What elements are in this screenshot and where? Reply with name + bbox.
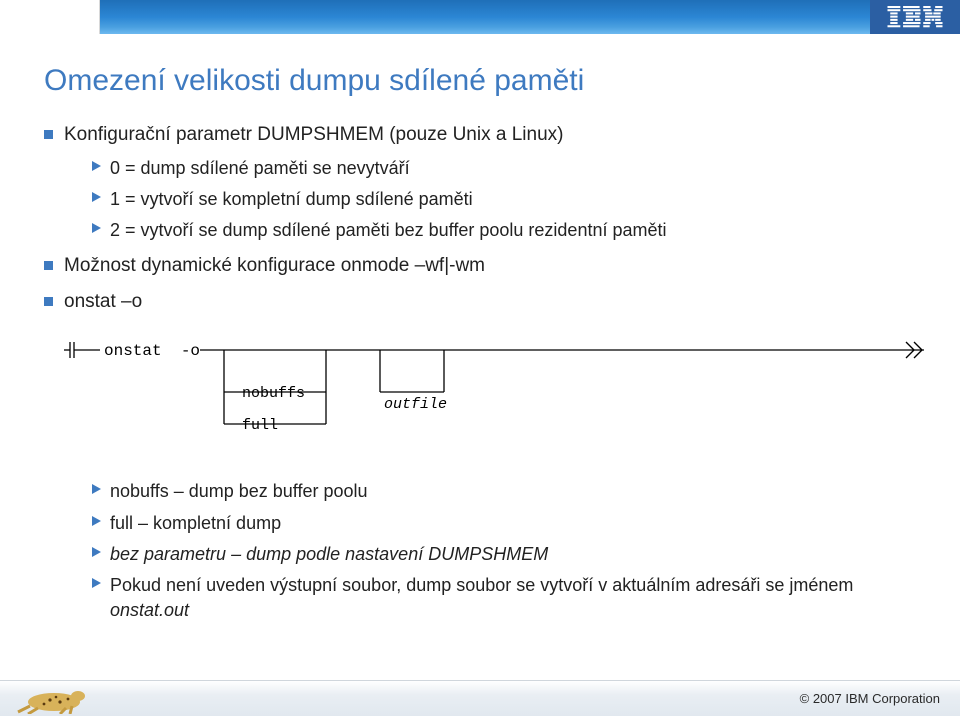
bullet-sub: full – kompletní dump [92, 511, 916, 536]
footer-copyright: © 2007 IBM Corporation [800, 691, 940, 706]
brand-logo-box [870, 0, 960, 34]
bullet-sub: Pokud není uveden výstupní soubor, dump … [92, 573, 916, 623]
bullet-sub: 0 = dump sdílené paměti se nevytváří [92, 156, 916, 181]
header-left-box [0, 0, 100, 34]
syntax-diagram-svg: onstat -o nobuffs full outfile [64, 332, 924, 452]
slide-header [0, 0, 960, 34]
bullet-text: Konfigurační parametr DUMPSHMEM (pouze U… [64, 124, 563, 145]
bullet-onstat: onstat –o [44, 289, 916, 315]
bullet-list-level2: 0 = dump sdílené paměti se nevytváří 1 =… [64, 156, 916, 244]
bullet-text: 1 = vytvoří se kompletní dump sdílené pa… [110, 189, 473, 209]
cheetah-icon [10, 686, 92, 714]
bullet-sub: nobuffs – dump bez buffer poolu [92, 479, 916, 504]
bullet-text: onstat –o [64, 291, 142, 312]
bullet-text: 2 = vytvoří se dump sdílené paměti bez b… [110, 220, 667, 240]
footer-graphic [10, 684, 100, 714]
bullet-text: – dump podle nastavení DUMPSHMEM [226, 544, 548, 564]
slide-body: Omezení velikosti dumpu sdílené paměti K… [0, 34, 960, 716]
bullet-text-em: bez parametru [110, 544, 226, 564]
diagram-opt-full: full [242, 417, 278, 434]
header-gradient-bar [100, 0, 870, 34]
syntax-diagram: onstat -o nobuffs full outfile [64, 332, 916, 457]
diagram-cmd: onstat -o [104, 342, 200, 360]
slide-title: Omezení velikosti dumpu sdílené paměti [44, 64, 916, 98]
bullet-list-level1: Konfigurační parametr DUMPSHMEM (pouze U… [44, 122, 916, 314]
bullet-sub: 1 = vytvoří se kompletní dump sdílené pa… [92, 187, 916, 212]
bullet-text: nobuffs – dump bez buffer poolu [110, 481, 368, 501]
bullet-text: Možnost dynamické konfigurace onmode –wf… [64, 255, 485, 276]
bullet-text: full – kompletní dump [110, 513, 281, 533]
bullet-list-level2-lower: nobuffs – dump bez buffer poolu full – k… [44, 479, 916, 623]
diagram-opt-nobuffs: nobuffs [242, 385, 305, 402]
bullet-text: 0 = dump sdílené paměti se nevytváří [110, 158, 410, 178]
diagram-opt-outfile: outfile [384, 396, 447, 413]
ibm-logo-icon [886, 6, 944, 28]
bullet-sub: bez parametru – dump podle nastavení DUM… [92, 542, 916, 567]
bullet-text-em: onstat.out [110, 600, 189, 620]
slide-footer: © 2007 IBM Corporation [0, 680, 960, 716]
slide-container: Omezení velikosti dumpu sdílené paměti K… [0, 0, 960, 716]
bullet-sub: 2 = vytvoří se dump sdílené paměti bez b… [92, 218, 916, 243]
bullet-dynamic-config: Možnost dynamické konfigurace onmode –wf… [44, 253, 916, 279]
bullet-text: Pokud není uveden výstupní soubor, dump … [110, 575, 853, 595]
bullet-config-param: Konfigurační parametr DUMPSHMEM (pouze U… [44, 122, 916, 243]
